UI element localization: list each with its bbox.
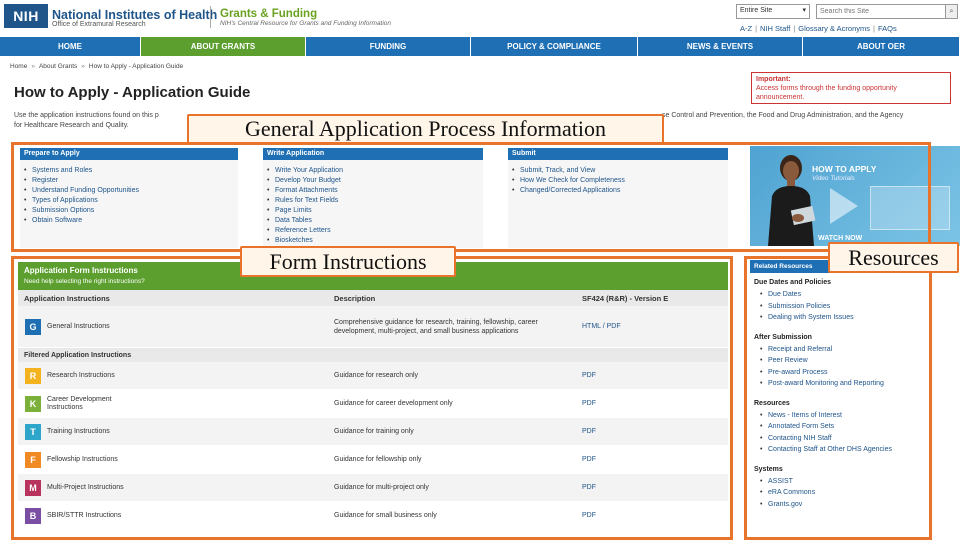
nav-policy-compliance[interactable]: POLICY & COMPLIANCE [471, 37, 638, 56]
header-divider [210, 6, 211, 28]
site-title[interactable]: Grants & Funding [220, 8, 317, 20]
org-subtitle: Office of Extramural Research [52, 21, 146, 28]
util-link-nih-staff[interactable]: NIH Staff [760, 24, 790, 33]
search-scope-select[interactable]: Entire Site ▾ [736, 4, 810, 19]
breadcrumb-home[interactable]: Home [10, 63, 27, 70]
form-instructions-label: Form Instructions [240, 246, 456, 277]
page-title: How to Apply - Application Guide [14, 84, 251, 101]
nav-about-oer[interactable]: ABOUT OER [803, 37, 960, 56]
utility-links: A-Z | NIH Staff | Glossary & Acronyms | … [740, 24, 897, 33]
general-info-label: General Application Process Information [187, 114, 664, 144]
util-sep: | [793, 24, 796, 33]
nav-about-grants[interactable]: ABOUT GRANTS [141, 37, 306, 56]
nav-news-events[interactable]: NEWS & EVENTS [638, 37, 803, 56]
util-link-a-z[interactable]: A-Z [740, 24, 752, 33]
resources-label: Resources [828, 242, 959, 273]
breadcrumb-current: How to Apply - Application Guide [88, 63, 184, 70]
important-title: Important: [756, 76, 791, 83]
breadcrumb: Home » About Grants » How to Apply - App… [10, 63, 183, 70]
search-icon[interactable]: ⌕ [946, 4, 958, 19]
util-sep: | [872, 24, 875, 33]
resources-highlight-box [744, 256, 932, 540]
main-nav: HOME ABOUT GRANTS FUNDING POLICY & COMPL… [0, 37, 960, 56]
important-text[interactable]: Access forms through the funding opportu… [756, 85, 897, 101]
org-name[interactable]: National Institutes of Health [52, 8, 217, 22]
breadcrumb-about-grants[interactable]: About Grants [39, 63, 77, 70]
breadcrumb-sep: » [31, 63, 35, 70]
intro-text-end: se Control and Prevention, the Food and … [662, 112, 904, 119]
intro-text-start: Use the application instructions found o… [14, 112, 159, 119]
util-link-faqs[interactable]: FAQs [878, 24, 897, 33]
form-instructions-highlight-box [11, 256, 733, 540]
nav-home[interactable]: HOME [0, 37, 141, 56]
chevron-down-icon: ▾ [802, 7, 806, 14]
intro-text-line2: for Healthcare Research and Quality. [14, 122, 129, 129]
search-input[interactable] [816, 4, 946, 19]
util-sep: | [755, 24, 758, 33]
breadcrumb-sep: » [81, 63, 85, 70]
nih-logo[interactable]: NIH [4, 4, 48, 28]
site-subtitle: NIH's Central Resource for Grants and Fu… [220, 20, 392, 27]
util-link-glossary[interactable]: Glossary & Acronyms [798, 24, 870, 33]
important-notice: Important: Access forms through the fund… [751, 72, 951, 104]
search-scope-value: Entire Site [740, 7, 773, 14]
nav-funding[interactable]: FUNDING [306, 37, 471, 56]
general-info-highlight-box [11, 142, 931, 252]
